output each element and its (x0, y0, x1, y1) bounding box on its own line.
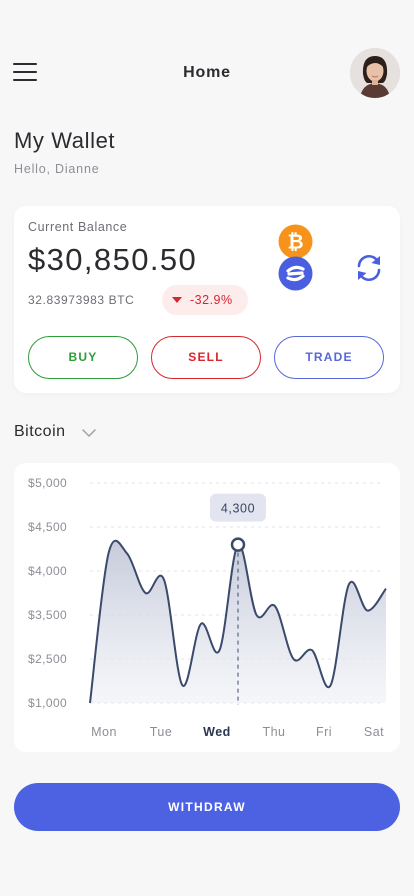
highlight-point (230, 537, 246, 552)
arrow-down-icon (172, 297, 182, 303)
x-tick-label: Sat (364, 725, 384, 739)
y-tick-label: $4,000 (28, 564, 67, 578)
chevron-down-icon (82, 429, 96, 438)
price-chart-card: $5,000 $4,500 $4,000 $3,500 $2,500 $1,000 Mon… (14, 463, 400, 752)
tooltip-value: 4,300 (221, 502, 255, 516)
y-tick-label: $2,500 (28, 652, 67, 666)
bitcoin-icon: ₿ (278, 224, 313, 259)
btc-amount: 32.83973983 BTC (28, 293, 135, 307)
balance-label: Current Balance (28, 220, 128, 234)
svg-text:₿: ₿ (287, 230, 303, 254)
change-value: -32.9% (190, 293, 233, 307)
withdraw-button[interactable]: WITHDRAW (14, 783, 400, 831)
price-chart: $5,000 $4,500 $4,000 $3,500 $2,500 $1,000 Mon… (28, 476, 387, 739)
greeting-text: Hello, Dianne (14, 162, 100, 176)
y-tick-label: $5,000 (28, 476, 67, 490)
y-tick-label: $3,500 (28, 608, 67, 622)
y-tick-label: $4,500 (28, 520, 67, 534)
user-avatar[interactable] (350, 48, 400, 98)
balance-amount: $30,850.50 (28, 242, 198, 277)
x-tick-label: Tue (150, 725, 173, 739)
change-badge: -32.9% (162, 285, 248, 315)
x-tick-label: Mon (91, 725, 117, 739)
trade-button[interactable]: TRADE (274, 336, 384, 379)
sell-button[interactable]: SELL (151, 336, 261, 379)
buy-button[interactable]: BUY (28, 336, 138, 379)
coin-selector[interactable]: Bitcoin (14, 423, 96, 445)
wallet-title: My Wallet (14, 128, 116, 153)
coin-icon (278, 256, 313, 291)
x-tick-label: Wed (203, 725, 231, 739)
balance-card: Current Balance $30,850.50 32.83973983 B… (14, 206, 400, 393)
x-tick-label: Fri (316, 725, 332, 739)
x-tick-label: Thu (262, 725, 285, 739)
y-tick-label: $1,000 (28, 696, 67, 710)
coin-selector-label: Bitcoin (14, 423, 66, 440)
refresh-icon[interactable] (353, 252, 385, 284)
app-header: Home (0, 0, 414, 130)
